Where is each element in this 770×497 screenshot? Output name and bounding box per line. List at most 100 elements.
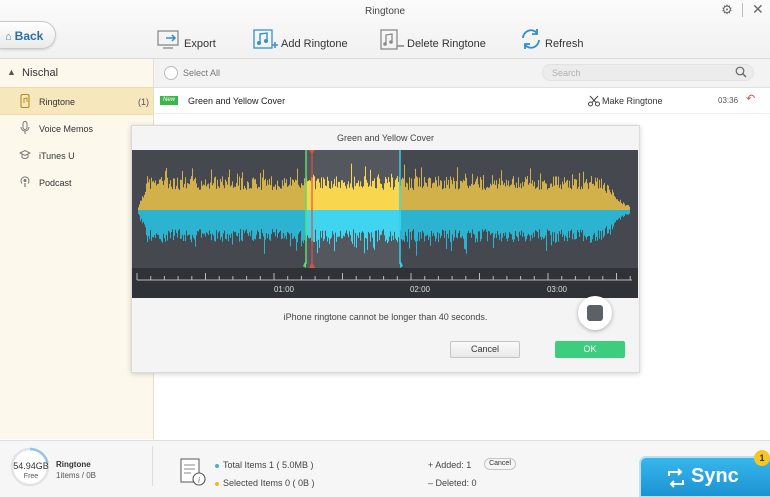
- waveform-bar-top: [594, 185, 595, 210]
- waveform-bar-bottom: [289, 210, 290, 235]
- waveform-bar-bottom: [176, 210, 177, 233]
- waveform-bar-top: [188, 183, 189, 210]
- stop-button[interactable]: [578, 296, 612, 330]
- waveform-bar-top: [252, 178, 253, 210]
- waveform-bar-top: [437, 186, 438, 210]
- waveform-bar-top: [562, 181, 563, 210]
- waveform-bar-bottom: [530, 210, 531, 241]
- waveform-bar-top: [198, 187, 199, 210]
- waveform-bar-bottom: [172, 210, 173, 230]
- waveform-bar-top: [621, 202, 622, 210]
- footer-category: Ringtone: [56, 460, 91, 469]
- waveform-bar-top: [205, 179, 206, 210]
- waveform-bar-bottom: [473, 210, 474, 234]
- waveform-bar-bottom: [499, 210, 500, 240]
- waveform-bar-bottom: [244, 210, 245, 233]
- waveform-bar-top: [261, 189, 262, 210]
- waveform-bar-top: [497, 188, 498, 210]
- added-cancel-button[interactable]: Cancel: [484, 458, 516, 470]
- select-all-checkbox[interactable]: [164, 66, 178, 80]
- waveform-bar-top: [147, 176, 148, 210]
- waveform-bar-bottom: [477, 210, 478, 242]
- waveform-bar-bottom: [597, 210, 598, 241]
- sidebar-item-ringtone[interactable]: Ringtone (1): [0, 87, 153, 115]
- waveform-bar-bottom: [192, 210, 193, 235]
- waveform-bar-top: [241, 178, 242, 210]
- waveform-bar-bottom: [525, 210, 526, 242]
- waveform-bar-bottom: [272, 210, 273, 230]
- waveform-bar-top: [286, 179, 287, 210]
- delete-ringtone-button[interactable]: Delete Ringtone: [380, 28, 486, 54]
- waveform-bar-bottom: [353, 210, 354, 230]
- waveform-bar-bottom: [332, 210, 333, 232]
- gear-icon[interactable]: ⚙: [720, 3, 734, 17]
- waveform-bar-bottom: [451, 210, 452, 251]
- waveform-bar-top: [507, 185, 508, 210]
- waveform-bar-bottom: [241, 210, 242, 241]
- waveform-bar-top: [142, 196, 143, 210]
- waveform-bar-bottom: [557, 210, 558, 234]
- cancel-button[interactable]: Cancel: [450, 341, 520, 358]
- waveform-bar-top: [206, 186, 207, 210]
- waveform-bar-top: [585, 181, 586, 210]
- waveform-bar-top: [253, 177, 254, 210]
- waveform-bar-top: [480, 176, 481, 210]
- waveform-bar-bottom: [163, 210, 164, 234]
- waveform-bar-bottom: [387, 210, 388, 244]
- total-items: Total Items 1 ( 5.0MB ): [215, 460, 314, 470]
- waveform-bar-bottom: [448, 210, 449, 239]
- waveform-bar-top: [574, 179, 575, 210]
- waveform-bar-bottom: [419, 210, 420, 241]
- waveform-bar-bottom: [254, 210, 255, 239]
- waveform-panel[interactable]: 01:00 02:00 03:00: [132, 150, 638, 298]
- waveform-bar-top: [406, 182, 407, 210]
- waveform-bar-top: [197, 187, 198, 210]
- waveform-bar-bottom: [225, 210, 226, 239]
- waveform-bar-top: [191, 176, 192, 210]
- search-input[interactable]: [542, 64, 754, 81]
- waveform-bar-bottom: [482, 210, 483, 230]
- waveform-bar-bottom: [376, 210, 377, 231]
- ok-button[interactable]: OK: [555, 341, 625, 358]
- export-button[interactable]: Export: [157, 28, 217, 54]
- waveform-bar-bottom: [547, 210, 548, 230]
- waveform-bar-top: [564, 177, 565, 210]
- sidebar-item-label: Ringtone: [39, 97, 76, 107]
- waveform-bar-bottom: [388, 210, 389, 242]
- waveform-bar-bottom: [153, 210, 154, 238]
- waveform-bar-bottom: [590, 210, 591, 243]
- waveform-bar-bottom: [336, 210, 337, 242]
- waveform-bar-top: [500, 185, 501, 210]
- waveform-bar-top: [210, 182, 211, 210]
- undo-icon[interactable]: ↶: [746, 94, 757, 105]
- refresh-label: Refresh: [545, 38, 584, 50]
- waveform-bar-top: [378, 174, 379, 210]
- waveform-bar-top: [340, 188, 341, 210]
- back-button[interactable]: ⌂ Back: [0, 21, 56, 49]
- sidebar-device[interactable]: ▲ Nischal: [0, 63, 153, 83]
- waveform-bar-bottom: [507, 210, 508, 242]
- sync-button[interactable]: Sync: [641, 458, 770, 496]
- waveform-bar-top: [143, 197, 144, 210]
- waveform-bar-top: [470, 186, 471, 210]
- close-icon[interactable]: ✕: [752, 2, 766, 16]
- waveform-bar-bottom: [446, 210, 447, 250]
- waveform-bar-bottom: [235, 210, 236, 232]
- waveform-bar-top: [403, 178, 404, 210]
- waveform-bar-top: [458, 189, 459, 210]
- refresh-button[interactable]: Refresh: [520, 28, 584, 54]
- waveform-bar-top: [610, 192, 611, 210]
- waveform-bar-bottom: [450, 210, 451, 242]
- waveform-bar-bottom: [177, 210, 178, 238]
- waveform-bar-top: [524, 182, 525, 210]
- waveform-bar-bottom: [159, 210, 160, 239]
- waveform-bar-bottom: [231, 210, 232, 234]
- waveform-bar-bottom: [229, 210, 230, 235]
- waveform-bar-top: [327, 176, 328, 210]
- waveform-bar-top: [616, 199, 617, 210]
- waveform-bar-top: [595, 177, 596, 210]
- waveform[interactable]: 01:00 02:00 03:00: [132, 150, 638, 298]
- search-icon[interactable]: [735, 66, 747, 78]
- waveform-bar-top: [469, 185, 470, 210]
- add-ringtone-button[interactable]: Add Ringtone: [253, 28, 348, 54]
